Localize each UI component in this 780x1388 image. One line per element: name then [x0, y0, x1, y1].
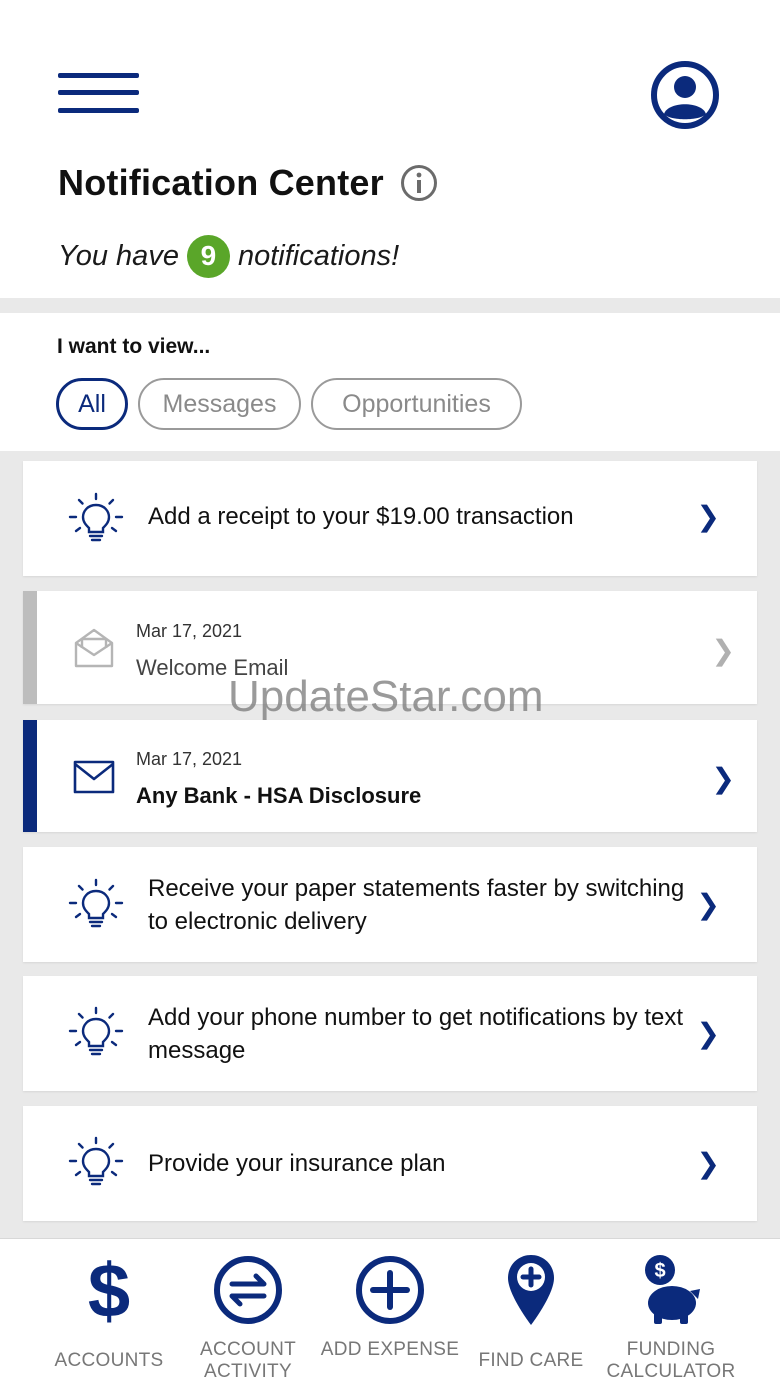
bottom-tab-bar: $ ACCOUNTS ACCOUNT ACTIVITY ADD EXPENSE [0, 1238, 780, 1388]
menu-line-icon [58, 73, 139, 78]
filter-label: I want to view... [57, 335, 211, 358]
chevron-right-icon: ❯ [696, 501, 720, 532]
notification-date: Mar 17, 2021 [136, 621, 243, 641]
tab-find-care[interactable]: FIND CARE [456, 1239, 606, 1388]
notification-date: Mar 17, 2021 [136, 749, 243, 769]
notification-card[interactable]: Add your phone number to get notificatio… [23, 976, 757, 1091]
filter-chip-opportunities[interactable]: Opportunities [311, 378, 522, 430]
chevron-right-icon: ❯ [696, 1018, 720, 1049]
notification-text: Receive your paper statements faster by … [148, 875, 685, 935]
title-row: Notification Center [58, 158, 438, 208]
hamburger-menu-button[interactable] [58, 70, 142, 118]
transfer-arrows-icon [214, 1256, 282, 1324]
notification-card-read[interactable]: Mar 17, 2021 Welcome Email ❯ [23, 591, 757, 704]
tab-label: ACCOUNT ACTIVITY [199, 1339, 297, 1382]
tab-add-expense[interactable]: ADD EXPENSE [315, 1239, 465, 1388]
header: Notification Center You have 9 notificat… [0, 0, 780, 298]
plus-circle-icon [356, 1256, 424, 1324]
notification-subject: Any Bank - HSA Disclosure [136, 783, 422, 808]
tab-account-activity[interactable]: ACCOUNT ACTIVITY [173, 1239, 323, 1388]
chevron-right-icon: ❯ [711, 763, 735, 794]
notification-card[interactable]: Add a receipt to your $19.00 transaction… [23, 461, 757, 576]
info-icon[interactable] [400, 164, 438, 202]
tab-label: ADD EXPENSE [320, 1339, 460, 1360]
count-prefix: You have [58, 239, 179, 272]
svg-text:$: $ [654, 1260, 665, 1282]
page-title: Notification Center [58, 162, 384, 203]
chevron-right-icon: ❯ [696, 1148, 720, 1179]
location-pin-plus-icon [508, 1255, 554, 1325]
filter-chip-all[interactable]: All [56, 378, 128, 430]
menu-line-icon [58, 108, 139, 113]
chevron-right-icon: ❯ [711, 635, 735, 666]
svg-text:$: $ [88, 1253, 130, 1327]
notification-card-unread[interactable]: Mar 17, 2021 Any Bank - HSA Disclosure ❯ [23, 720, 757, 832]
notification-card[interactable]: Receive your paper statements faster by … [23, 847, 757, 962]
tab-label: FUNDING CALCULATOR [606, 1339, 736, 1382]
read-indicator-stripe [23, 591, 37, 704]
lightbulb-icon [68, 492, 124, 542]
notification-card[interactable]: Provide your insurance plan ❯ [23, 1106, 757, 1221]
piggy-bank-icon: $ [645, 1255, 700, 1324]
lightbulb-icon [68, 1136, 124, 1186]
chevron-right-icon: ❯ [696, 889, 720, 920]
notification-text: Add a receipt to your $19.00 transaction [148, 503, 574, 530]
count-suffix: notifications! [237, 239, 400, 272]
filter-chip-messages[interactable]: Messages [138, 378, 301, 430]
notification-text: Add your phone number to get notificatio… [148, 1004, 683, 1064]
filter-area: I want to view... All Messages Opportuni… [0, 313, 780, 451]
envelope-icon [73, 760, 115, 794]
tab-label: ACCOUNTS [54, 1350, 164, 1371]
tab-label: FIND CARE [478, 1350, 584, 1371]
dollar-icon: $ [88, 1253, 130, 1327]
lightbulb-icon [68, 1006, 124, 1056]
lightbulb-icon [68, 878, 124, 928]
profile-icon[interactable] [650, 60, 720, 130]
menu-line-icon [58, 90, 139, 95]
open-envelope-icon [74, 628, 114, 668]
notification-text: Provide your insurance plan [148, 1150, 446, 1177]
tab-funding-calculator[interactable]: $ FUNDING CALCULATOR [596, 1239, 746, 1388]
unread-indicator-stripe [23, 720, 37, 832]
notification-subject: Welcome Email [136, 655, 289, 680]
notification-count-badge: 9 [186, 234, 230, 278]
notification-count-row: You have 9 notifications! [58, 232, 399, 280]
tab-accounts[interactable]: $ ACCOUNTS [34, 1239, 184, 1388]
